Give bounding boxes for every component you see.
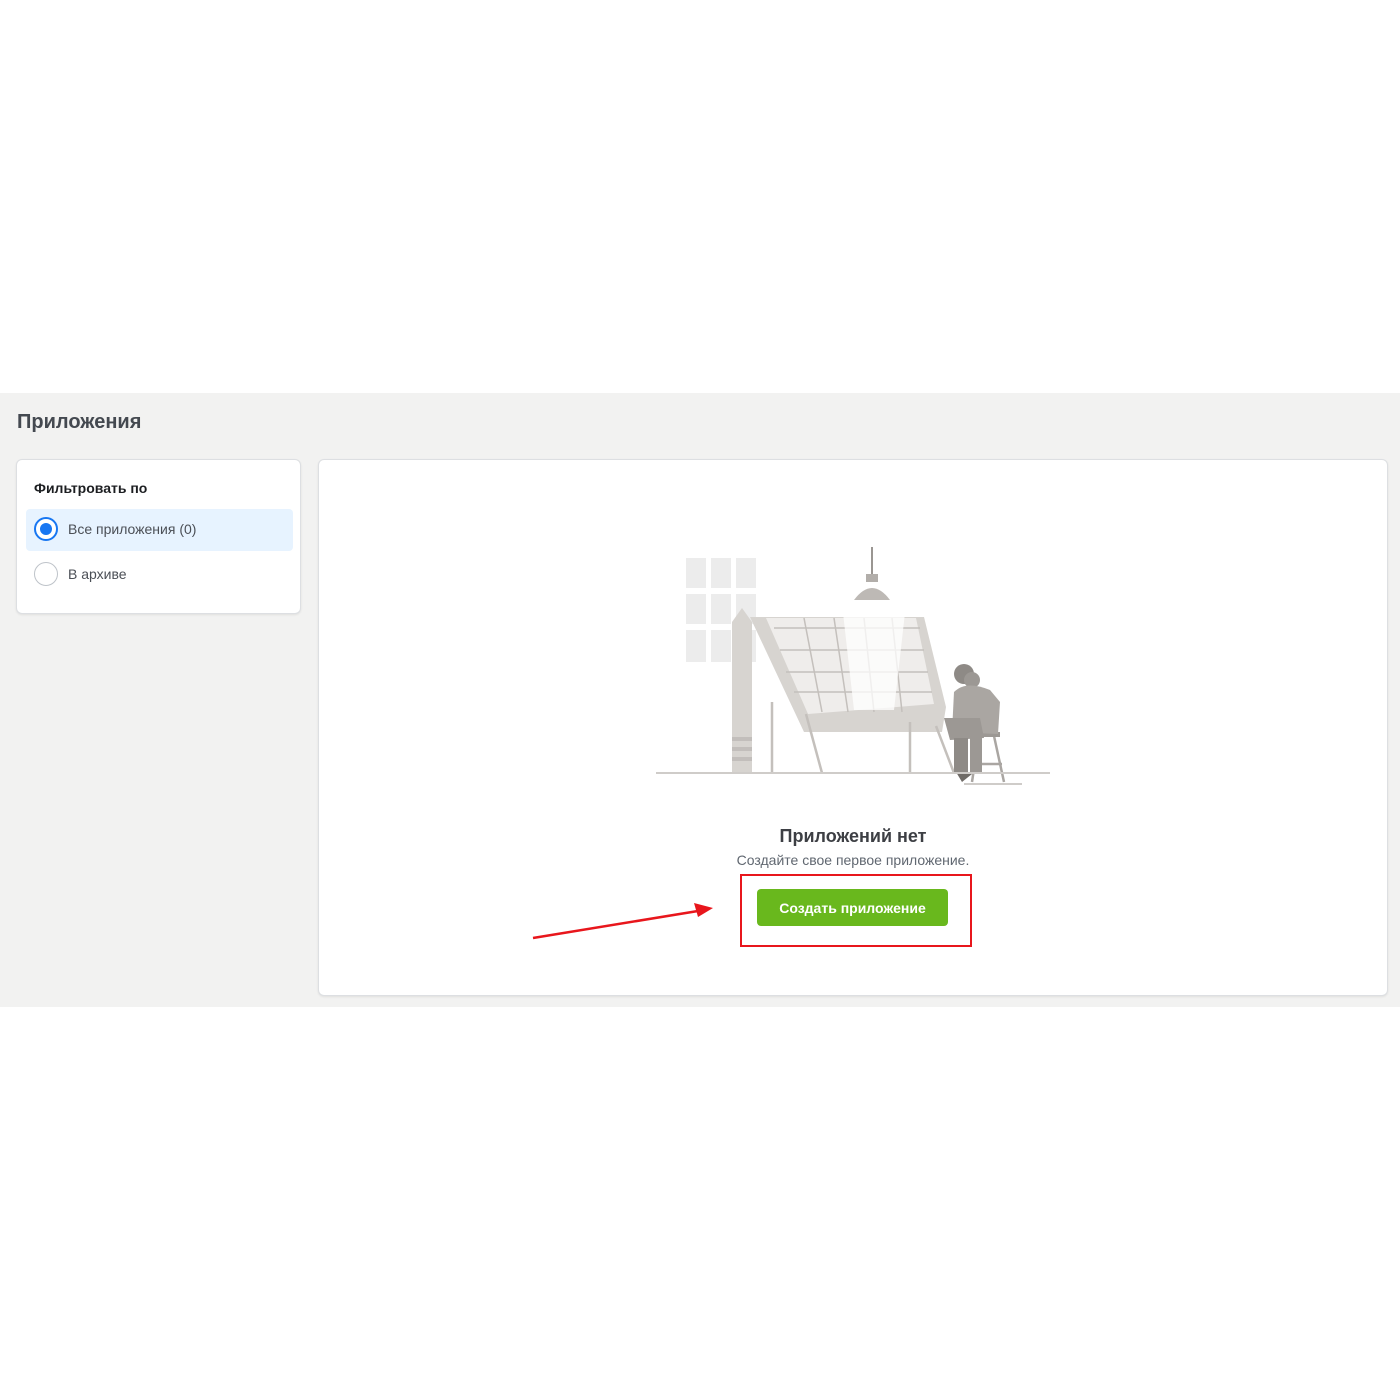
filter-option-label: Все приложения (0) (68, 521, 197, 537)
filter-heading: Фильтровать по (34, 480, 148, 496)
red-arrow-icon (532, 903, 713, 940)
filter-option-all-apps[interactable]: Все приложения (0) (26, 509, 293, 551)
person-at-drafting-table-illustration (656, 547, 1050, 785)
radio-unselected-icon[interactable] (34, 562, 58, 586)
empty-state-subtitle: Создайте свое первое приложение. (736, 852, 970, 868)
red-rectangle-around-button (740, 874, 972, 947)
page-title: Приложения (17, 411, 142, 433)
radio-selected-icon[interactable] (34, 517, 58, 541)
filter-panel: Фильтровать по Все приложения (0) В архи… (16, 459, 301, 614)
empty-state-title: Приложений нет (779, 826, 927, 846)
filter-option-label: В архиве (68, 566, 127, 582)
filter-option-archived[interactable]: В архиве (26, 554, 293, 596)
